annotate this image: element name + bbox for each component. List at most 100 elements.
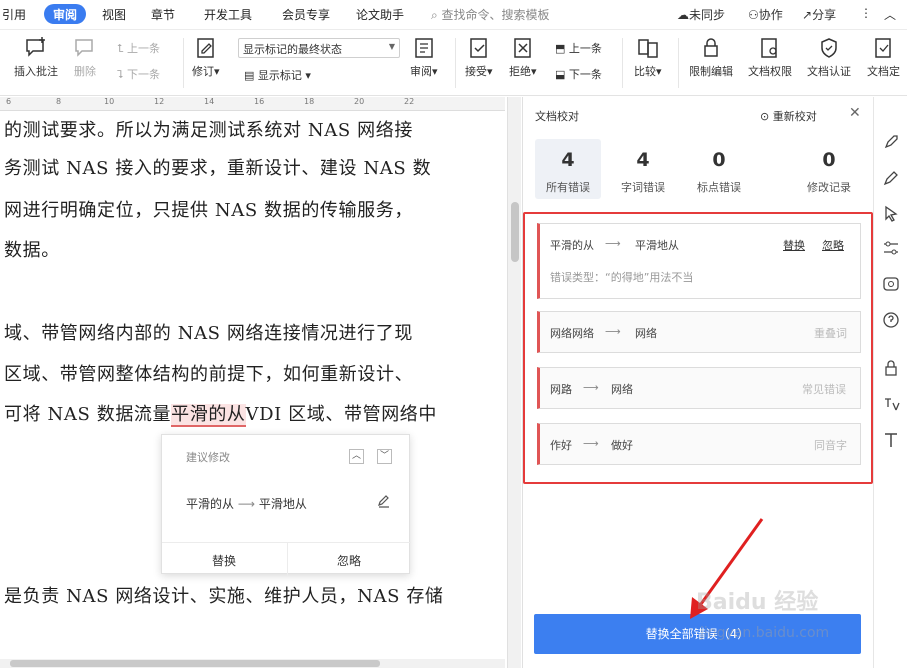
error-replace-button[interactable]: 替换 [783, 237, 805, 253]
collapse-icon[interactable]: ︿ [884, 6, 896, 23]
doc-line-with-error: 可将 NAS 数据流量平滑的从VDI 区域、带管网络中 [4, 400, 437, 427]
show-markup-icon: ▤ [244, 69, 258, 82]
doc-finalize-button[interactable]: 文档定 [867, 36, 900, 79]
pen-icon[interactable] [882, 169, 900, 187]
menu-dev-tools[interactable]: 开发工具 [204, 6, 252, 23]
divider [287, 543, 288, 576]
chevron-down-icon: ▼ [388, 42, 395, 51]
doc-cert-button[interactable]: 文档认证 [807, 36, 851, 79]
suggestion-popup: 建议修改 ︿ ﹀ 平滑的从 ⟶ 平滑地从 替换 忽略 [161, 434, 411, 576]
menu-chapter[interactable]: 章节 [151, 6, 175, 23]
stat-punct-errors[interactable]: 0 标点错误 [686, 139, 752, 199]
share-button[interactable]: ↗分享 [802, 6, 836, 23]
prev-change-button[interactable]: ⬒ 上一条 [555, 40, 602, 56]
stat-count: 4 [561, 149, 575, 171]
ruler-tick: 8 [56, 97, 62, 106]
insert-comment-label: 插入批注 [14, 65, 58, 78]
sync-status[interactable]: ☁未同步 [677, 6, 725, 23]
highlighted-error[interactable]: 平滑的从 [171, 404, 246, 427]
ruler-tick: 16 [254, 97, 265, 106]
next-change-button[interactable]: ⬓ 下一条 [555, 66, 602, 82]
pencil-icon[interactable] [376, 493, 392, 509]
menu-bar: 引用 审阅 视图 章节 开发工具 会员专享 论文助手 ⌕ 查找命令、搜索模板 ☁… [0, 0, 907, 30]
command-search[interactable]: ⌕ 查找命令、搜索模板 [431, 6, 550, 23]
doc-text: VDI 区域、带管网络中 [245, 404, 437, 425]
error-from: 网路 [550, 383, 572, 396]
menu-review[interactable]: 审阅 [44, 4, 87, 24]
prev-comment-button[interactable]: ⮤ 上一条 [117, 40, 160, 56]
recheck-icon: ⊙ [760, 110, 773, 123]
vertical-scrollbar[interactable] [507, 97, 521, 668]
error-category: 常见错误 [802, 383, 846, 396]
error-from: 平滑的从 [550, 239, 594, 252]
doc-line: 区域、带管网整体结构的前提下，如何重新设计、 [4, 364, 414, 385]
image-tool-icon[interactable] [882, 275, 900, 293]
arrow-right-icon: ⟶ [605, 237, 621, 250]
translate-icon[interactable] [882, 395, 900, 413]
doc-permission-icon [761, 38, 777, 58]
review-pane-button[interactable]: 审阅▾ [410, 36, 438, 79]
menu-thesis[interactable]: 论文助手 [356, 6, 404, 23]
comment-add-icon [26, 37, 45, 57]
popup-title: 建议修改 [186, 451, 230, 464]
error-card[interactable]: 平滑的从 ⟶ 平滑地从 替换 忽略 错误类型：“的得地”用法不当 [537, 223, 861, 299]
error-card[interactable]: 作好 ⟶ 做好 同音字 [537, 423, 861, 465]
help-icon[interactable] [882, 311, 900, 329]
collab-label: 协作 [758, 8, 783, 22]
shield-icon [821, 38, 837, 58]
popup-ignore-button[interactable]: 忽略 [337, 552, 361, 569]
compare-button[interactable]: 比较▾ [634, 36, 662, 79]
scroll-thumb[interactable] [10, 660, 380, 667]
collab-button[interactable]: ⚇协作 [748, 6, 783, 23]
sliders-icon[interactable] [882, 239, 900, 257]
delete-label: 删除 [74, 65, 96, 78]
markup-display-select[interactable]: 显示标记的最终状态 ▼ [238, 38, 400, 58]
stat-word-errors[interactable]: 4 字词错误 [610, 139, 676, 199]
delete-comment-button[interactable]: 删除 [73, 36, 97, 79]
stat-label: 所有错误 [546, 181, 590, 194]
stat-change-log[interactable]: 0 修改记录 [796, 139, 862, 199]
popup-replace-button[interactable]: 替换 [212, 552, 236, 569]
horizontal-scrollbar[interactable] [0, 659, 505, 668]
close-icon[interactable]: ✕ [849, 105, 861, 121]
show-markup-label: 显示标记 [257, 69, 302, 82]
accept-button[interactable]: 接受▾ [465, 36, 493, 79]
prev-comment-icon: ⮤ [117, 42, 127, 55]
track-changes-icon [197, 38, 214, 58]
reject-button[interactable]: 拒绝▾ [509, 36, 537, 79]
recheck-button[interactable]: ⊙ 重新校对 [760, 108, 817, 124]
horizontal-ruler: 6 8 10 12 14 16 18 20 22 [0, 97, 505, 111]
prev2-label: 上一条 [568, 42, 602, 55]
scroll-thumb[interactable] [511, 202, 519, 262]
text-icon[interactable] [882, 431, 900, 449]
restrict-edit-button[interactable]: 限制编辑 [689, 36, 733, 79]
divider [183, 38, 184, 88]
chevron-down-icon[interactable]: ﹀ [377, 449, 392, 464]
chevron-up-icon[interactable]: ︿ [349, 449, 364, 464]
cursor-icon[interactable] [882, 205, 900, 223]
revise-button[interactable]: 修订▾ [192, 36, 220, 79]
error-ignore-button[interactable]: 忽略 [822, 237, 844, 253]
show-markup-button[interactable]: ▤ 显示标记 ▾ [244, 67, 311, 83]
error-card[interactable]: 网路 ⟶ 网络 常见错误 [537, 367, 861, 409]
more-icon[interactable]: ⋮ [860, 6, 872, 20]
review-pane-icon [415, 38, 433, 58]
stat-count: 0 [712, 149, 726, 171]
proofread-panel: 文档校对 ⊙ 重新校对 ✕ 4 所有错误 4 字词错误 0 标点错误 0 修改记录 平滑… [522, 97, 873, 668]
menu-reference[interactable]: 引用 [2, 6, 26, 23]
reject-label: 拒绝 [509, 65, 531, 78]
rocket-icon[interactable] [882, 133, 900, 151]
doc-permission-button[interactable]: 文档权限 [748, 36, 792, 79]
document-canvas[interactable]: 的测试要求。所以为满足测试系统对 NAS 网络接 务测试 NAS 接入的要求，重… [0, 112, 505, 660]
menu-member[interactable]: 会员专享 [282, 6, 330, 23]
error-category: 重叠词 [814, 327, 847, 340]
arrow-right-icon: ⟶ [583, 381, 599, 394]
stat-all-errors[interactable]: 4 所有错误 [535, 139, 601, 199]
menu-view[interactable]: 视图 [102, 6, 126, 23]
doc-line: 网进行明确定位，只提供 NAS 数据的传输服务， [4, 200, 413, 221]
error-card[interactable]: 网络网络 ⟶ 网络 重叠词 [537, 311, 861, 353]
insert-comment-button[interactable]: 插入批注 [14, 36, 58, 79]
next-comment-button[interactable]: ⮧ 下一条 [117, 66, 160, 82]
lock-icon[interactable] [882, 359, 900, 377]
suggestion-to: 平滑地从 [258, 497, 307, 511]
